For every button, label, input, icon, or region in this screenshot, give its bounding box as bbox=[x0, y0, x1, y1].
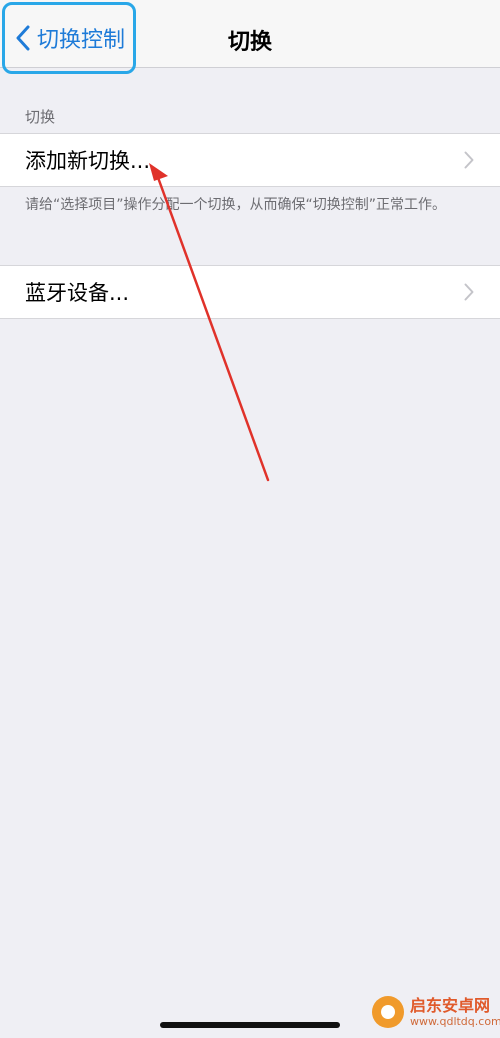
watermark-logo-icon bbox=[372, 996, 404, 1028]
home-indicator bbox=[160, 1022, 340, 1028]
section-header: 切换 bbox=[25, 108, 56, 126]
watermark-url: www.qdltdq.com bbox=[410, 1014, 500, 1028]
bluetooth-devices-label: 蓝牙设备... bbox=[25, 281, 130, 305]
chevron-right-icon bbox=[464, 151, 474, 169]
back-button-label: 切换控制 bbox=[37, 28, 126, 53]
watermark: 启东安卓网 www.qdltdq.com bbox=[372, 996, 500, 1028]
chevron-left-icon bbox=[16, 25, 30, 51]
back-button[interactable]: 切换控制 bbox=[2, 2, 136, 74]
bluetooth-devices-row[interactable]: 蓝牙设备... bbox=[0, 266, 500, 318]
bluetooth-group: 蓝牙设备... bbox=[0, 265, 500, 319]
switches-group: 添加新切换... bbox=[0, 133, 500, 187]
add-new-switch-label: 添加新切换... bbox=[25, 149, 151, 173]
section-footer-note: 请给“选择项目”操作分配一个切换，从而确保“切换控制”正常工作。 bbox=[25, 197, 447, 213]
screen: 切换 切换控制 切换 添加新切换... 请给“选择项目”操作分配一个切换，从而确… bbox=[0, 0, 500, 1038]
watermark-title: 启东安卓网 bbox=[410, 995, 491, 1015]
add-new-switch-row[interactable]: 添加新切换... bbox=[0, 134, 500, 186]
chevron-right-icon bbox=[464, 283, 474, 301]
